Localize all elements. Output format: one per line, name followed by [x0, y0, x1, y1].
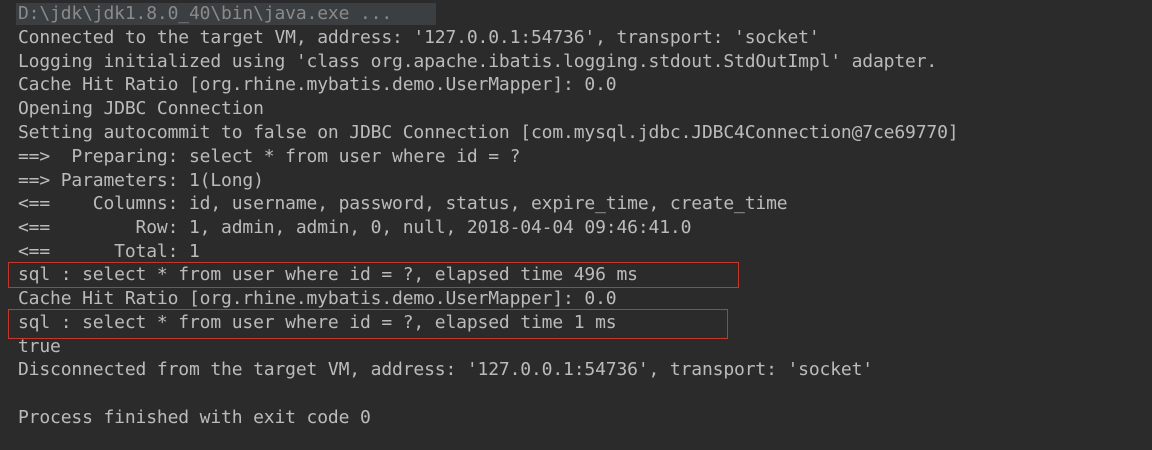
console-line-open-jdbc: Opening JDBC Connection [18, 98, 264, 119]
console-line-vm-connected: Connected to the target VM, address: '12… [18, 27, 820, 48]
console-line-preparing: ==> Preparing: select * from user where … [18, 146, 531, 167]
console-line-columns: <== Columns: id, username, password, sta… [18, 193, 788, 214]
console-line-exit-code: Process finished with exit code 0 [18, 407, 371, 428]
console-line-row: <== Row: 1, admin, admin, 0, null, 2018-… [18, 217, 692, 238]
console-line-cache-hit-2: Cache Hit Ratio [org.rhine.mybatis.demo.… [18, 288, 617, 309]
console-output-panel[interactable]: D:\jdk\jdk1.8.0_40\bin\java.exe ... Conn… [0, 0, 1152, 450]
console-line-logging-init: Logging initialized using 'class org.apa… [18, 51, 938, 72]
console-line-vm-disconnected: Disconnected from the target VM, address… [18, 359, 873, 380]
command-line[interactable]: D:\jdk\jdk1.8.0_40\bin\java.exe ... [18, 2, 392, 25]
console-line-elapsed-1: sql : select * from user where id = ?, e… [18, 312, 617, 333]
console-line-cache-hit-1: Cache Hit Ratio [org.rhine.mybatis.demo.… [18, 74, 617, 95]
console-line-elapsed-496: sql : select * from user where id = ?, e… [18, 264, 638, 285]
console-line-parameters: ==> Parameters: 1(Long) [18, 170, 264, 191]
console-line-total: <== Total: 1 [18, 241, 200, 262]
console-line-true: true [18, 336, 61, 357]
console-line-autocommit: Setting autocommit to false on JDBC Conn… [18, 122, 959, 143]
